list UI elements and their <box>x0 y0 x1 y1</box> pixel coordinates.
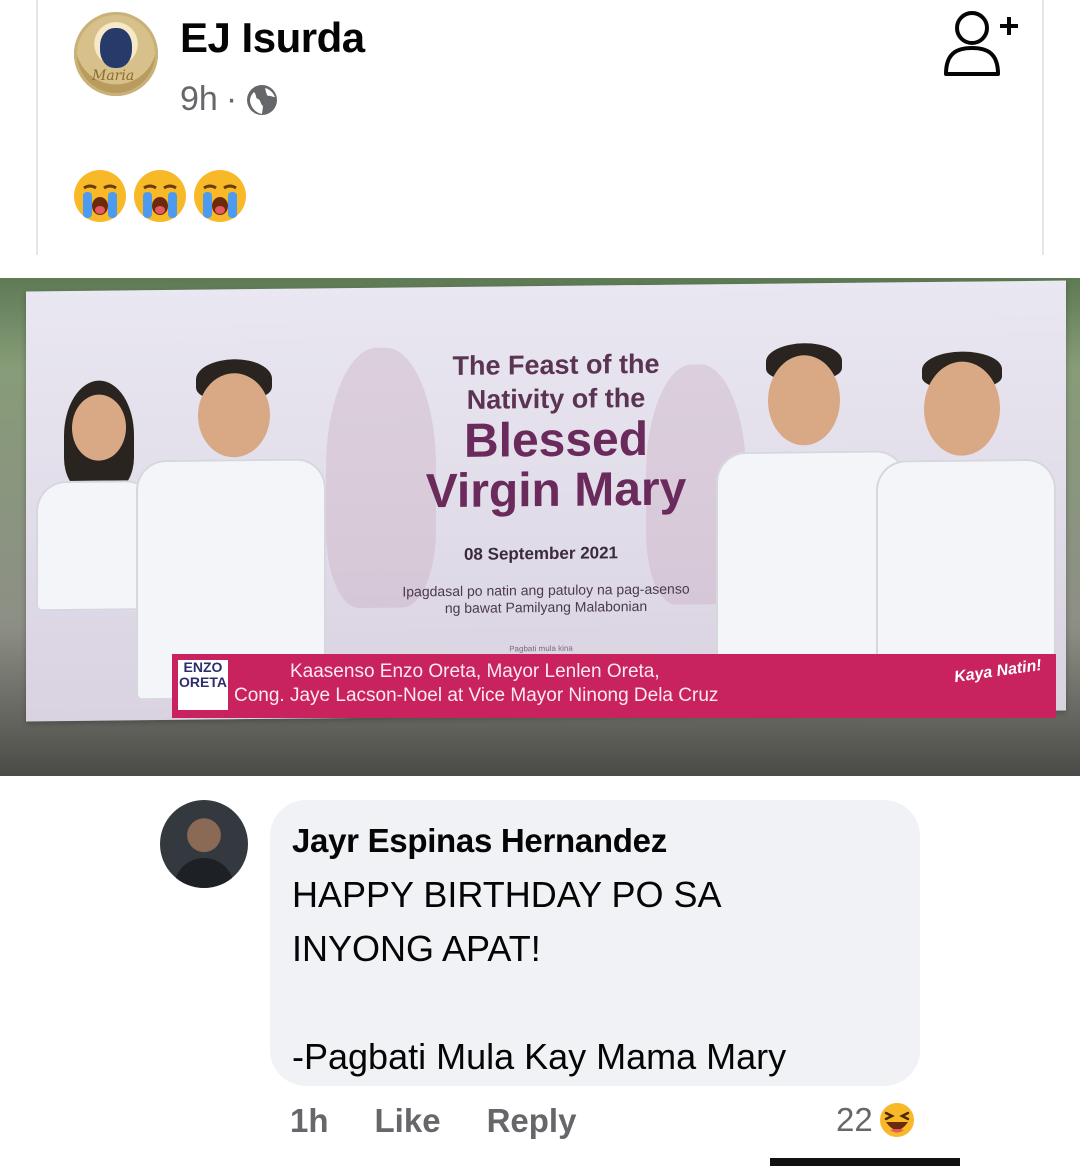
logo-line: ORETA <box>179 674 227 690</box>
author-avatar[interactable]: Maria <box>74 12 158 96</box>
globe-icon <box>247 84 278 115</box>
add-friend-icon[interactable] <box>940 6 1020 78</box>
enzo-oreta-logo: ENZO ORETA <box>178 660 228 710</box>
commenter-avatar[interactable] <box>160 800 248 888</box>
post-text <box>72 168 248 224</box>
post-time[interactable]: 9h <box>180 80 218 119</box>
comment-text: HAPPY BIRTHDAY PO SA INYONG APAT! -Pagba… <box>292 874 787 1077</box>
avatar-face <box>100 28 132 68</box>
comment-bubble: Jayr Espinas Hernandez HAPPY BIRTHDAY PO… <box>270 800 920 1086</box>
post-meta: 9h · <box>180 80 279 119</box>
strip-line: Cong. Jaye Lacson-Noel at Vice Mayor Nin… <box>234 685 719 706</box>
banner-strip: ENZO ORETA Kaasenso Enzo Oreta, Mayor Le… <box>172 654 1056 718</box>
banner-title-line: Blessed <box>463 412 649 468</box>
avatar-script-text: Maria <box>92 68 135 84</box>
comment-time[interactable]: 1h <box>290 1102 329 1140</box>
like-button[interactable]: Like <box>375 1102 441 1140</box>
strip-line: Kaasenso Enzo Oreta, Mayor Lenlen Oreta, <box>290 661 660 682</box>
crying-face-icon <box>134 170 186 222</box>
reaction-count: 22 <box>836 1101 873 1138</box>
banner-from-label: Pagbati mula kina <box>509 643 573 654</box>
reaction-summary[interactable]: 22 <box>836 1100 917 1140</box>
comment-author[interactable]: Jayr Espinas Hernandez <box>292 822 898 860</box>
banner-title-line: Virgin Mary <box>425 462 687 519</box>
crying-face-icon <box>74 170 126 222</box>
logo-line: ENZO <box>183 659 223 675</box>
scroll-indicator <box>770 1158 960 1166</box>
meta-separator: · <box>225 80 238 118</box>
banner-title: The Feast of the Nativity of the Blessed… <box>376 346 736 518</box>
banner-title-line: The Feast of the <box>452 348 660 381</box>
crying-face-icon <box>194 170 246 222</box>
reply-button[interactable]: Reply <box>487 1102 577 1140</box>
banner-title-line: Nativity of the <box>466 382 646 415</box>
avatar-shirt <box>174 858 234 888</box>
banner-tagline: Ipagdasal po natin ang patuloy na pag-as… <box>356 580 736 618</box>
banner-date: 08 September 2021 <box>463 543 619 564</box>
haha-icon <box>877 1101 916 1139</box>
comment-actions: 1h Like Reply <box>290 1102 576 1140</box>
post-author-name[interactable]: EJ Isurda <box>180 14 365 62</box>
